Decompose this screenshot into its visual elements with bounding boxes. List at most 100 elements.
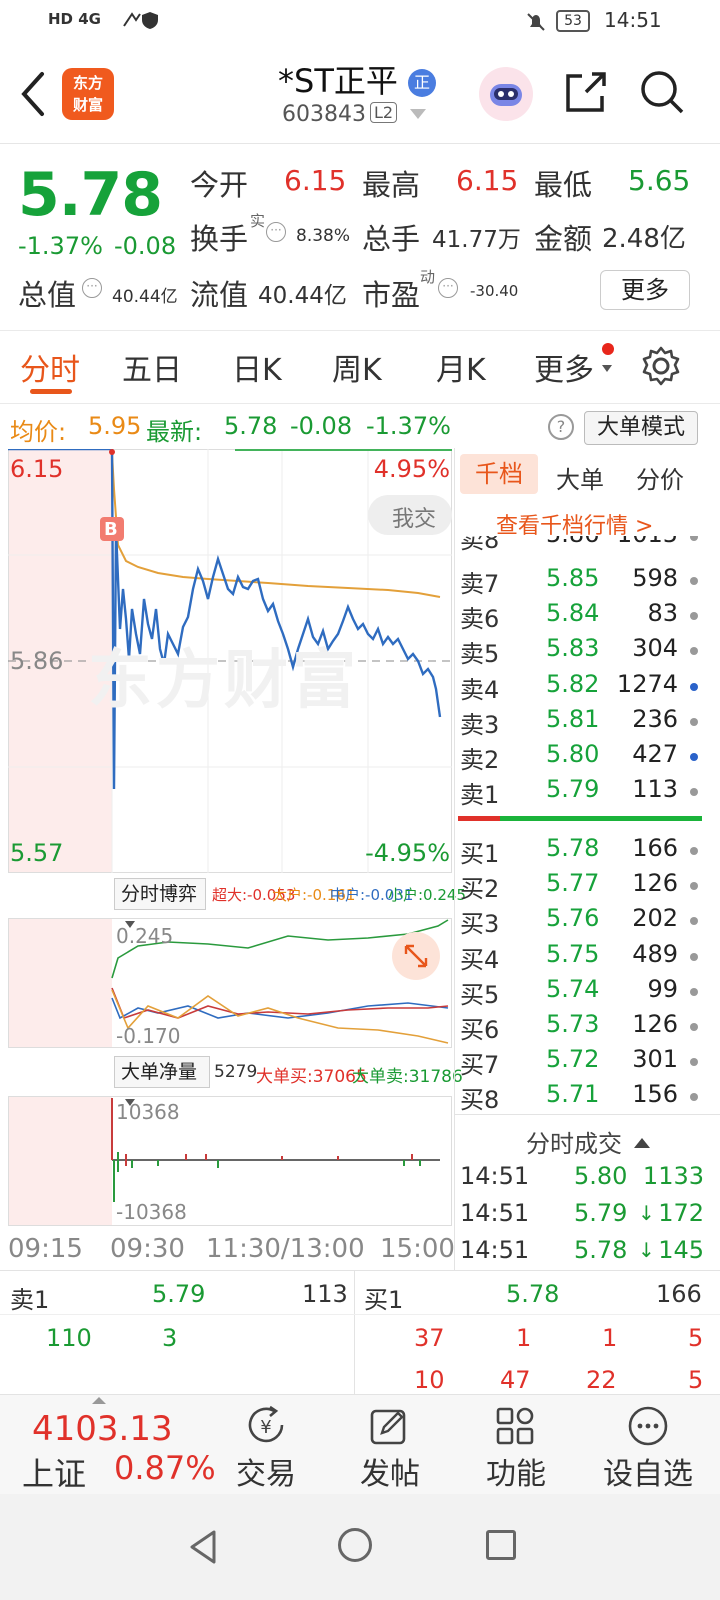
net-indicator-label: 大单净量 xyxy=(121,1061,198,1083)
back-icon[interactable] xyxy=(18,70,48,118)
net-indicator-select[interactable]: 大单净量 xyxy=(114,1056,210,1106)
indicator-select[interactable]: 分时博弈 xyxy=(114,878,206,928)
bid-row[interactable]: 买7 5.72 301 xyxy=(460,1045,700,1080)
tab-price-dist[interactable]: 分价 xyxy=(636,460,684,495)
back-triangle-icon[interactable] xyxy=(186,1528,220,1566)
ask-volume: 113 xyxy=(632,775,678,803)
down-arrow-icon: ↓ xyxy=(638,1201,655,1225)
more-info-icon[interactable]: ··· xyxy=(264,222,286,242)
gear-icon[interactable] xyxy=(640,345,682,387)
status-dot xyxy=(690,647,698,655)
stock-title[interactable]: *ST正平 正 xyxy=(278,56,437,102)
bid-row[interactable]: 买5 5.74 99 xyxy=(460,975,700,1010)
trade-price: 5.78 xyxy=(574,1236,628,1264)
index-name[interactable]: 上证 xyxy=(22,1449,86,1495)
ask-price: 5.86 xyxy=(546,536,599,548)
logo-text-1: 东方 xyxy=(72,74,103,92)
ask-row[interactable]: 卖4 5.82 1274 xyxy=(460,670,700,705)
tab-depth[interactable]: 千档 xyxy=(460,454,538,494)
tab-monthly-k[interactable]: 月K xyxy=(436,345,486,389)
recents-square-icon[interactable] xyxy=(486,1530,516,1560)
stock-code[interactable]: 603843 L2 xyxy=(282,102,427,127)
x-axis-label: 09:30 xyxy=(110,1234,185,1264)
bid-label: 买8 xyxy=(460,1086,500,1114)
buy1-volume: 166 xyxy=(656,1280,702,1308)
pct-axis-top: 4.95% xyxy=(373,455,450,483)
tab-intraday[interactable]: 分时 xyxy=(20,345,80,389)
open-field: 今开 xyxy=(190,162,248,204)
divider xyxy=(0,1270,720,1271)
index-value[interactable]: 4103.13 xyxy=(32,1409,173,1449)
robot-assistant-icon[interactable] xyxy=(478,66,534,122)
bid-price: 5.76 xyxy=(546,904,600,932)
tab-big-order[interactable]: 大单 xyxy=(556,460,604,495)
tab-five-day[interactable]: 五日 xyxy=(122,345,182,389)
nav-functions[interactable]: 功能 xyxy=(466,1405,566,1493)
stock-code-text: 603843 xyxy=(282,102,366,127)
tab-daily-k[interactable]: 日K xyxy=(232,345,282,389)
net-volume-chart[interactable]: 10368 -10368 xyxy=(8,1096,452,1226)
bid-row[interactable]: 买2 5.77 126 xyxy=(460,869,700,904)
trade-time: 14:51 xyxy=(460,1199,530,1227)
app-logo[interactable]: 东方 财富 xyxy=(62,68,114,120)
divider xyxy=(454,1114,720,1115)
home-circle-icon[interactable] xyxy=(338,1528,372,1562)
expand-icon[interactable] xyxy=(392,932,440,980)
nav-post[interactable]: 发帖 xyxy=(340,1405,440,1493)
share-icon[interactable] xyxy=(562,68,610,116)
grid-icon xyxy=(496,1407,534,1445)
turnover-sup: 实 xyxy=(250,212,266,230)
queue-order: 37 xyxy=(414,1324,445,1352)
ask-row[interactable]: 卖1 5.79 113 xyxy=(460,775,700,810)
big-order-mode-button[interactable]: 大单模式 xyxy=(584,411,698,445)
ask-row[interactable]: 卖2 5.80 427 xyxy=(460,740,700,775)
queue-order: 1 xyxy=(516,1324,532,1352)
ask-row[interactable]: 卖6 5.84 83 xyxy=(460,599,700,634)
change-value: -0.08 xyxy=(114,232,177,260)
sell1-label: 卖1 xyxy=(10,1286,50,1314)
intraday-chart[interactable]: B 我交 东方财富 6.15 5.86 5.57 4.95% -4.95% xyxy=(8,449,452,873)
trade-time: 14:51 xyxy=(460,1236,530,1264)
bid-row[interactable]: 买8 5.71 156 xyxy=(460,1080,700,1115)
tab-weekly-k[interactable]: 周K xyxy=(332,345,382,389)
more-info-icon[interactable]: ··· xyxy=(436,278,458,298)
more-info-icon[interactable]: ··· xyxy=(80,278,102,298)
total-cap-label: 总值 xyxy=(18,278,77,312)
more-button[interactable]: 更多 xyxy=(600,270,690,310)
trades-title[interactable]: 分时成交 xyxy=(526,1124,650,1159)
ask-row[interactable]: 卖5 5.83 304 xyxy=(460,634,700,669)
float-cap-value: 40.44亿 xyxy=(258,283,347,309)
bubble-text[interactable]: 我交 xyxy=(392,501,436,533)
dropdown-icon xyxy=(410,109,427,119)
game-chart[interactable]: 0.245 -0.170 xyxy=(8,918,452,1048)
system-nav-bar xyxy=(0,1494,720,1600)
bid-row[interactable]: 买1 5.78 166 xyxy=(460,834,700,869)
search-icon[interactable] xyxy=(638,68,686,116)
ask-row[interactable]: 卖7 5.85 598 xyxy=(460,564,700,599)
bid-price: 5.73 xyxy=(546,1010,600,1038)
ask-volume: 236 xyxy=(632,705,678,733)
tab-more[interactable]: 更多 xyxy=(534,345,594,389)
bid-row[interactable]: 买4 5.75 489 xyxy=(460,940,700,975)
help-icon[interactable]: ? xyxy=(548,414,574,440)
chevron-down-icon xyxy=(602,365,612,372)
nav-trade[interactable]: ¥ 交易 xyxy=(216,1405,316,1493)
bid-row[interactable]: 买3 5.76 202 xyxy=(460,904,700,939)
divider xyxy=(0,1314,720,1315)
index-percent[interactable]: 0.87% xyxy=(114,1449,216,1487)
bid-volume: 99 xyxy=(647,975,678,1003)
queue-order: 5 xyxy=(688,1324,704,1352)
nav-add-watchlist[interactable]: 设自选 xyxy=(592,1405,704,1493)
logo-text-2: 财富 xyxy=(72,96,103,114)
status-dot xyxy=(690,577,698,585)
latest-percent: -1.37% xyxy=(366,412,451,440)
bid-label: 买4 xyxy=(460,946,500,974)
bid-row[interactable]: 买6 5.73 126 xyxy=(460,1010,700,1045)
status-dot xyxy=(690,988,698,996)
active-tab-indicator xyxy=(30,389,72,394)
stock-name: *ST正平 xyxy=(278,62,398,100)
ask-row[interactable]: 卖3 5.81 236 xyxy=(460,705,700,740)
chevron-up-icon xyxy=(92,1397,106,1404)
ask-volume: 427 xyxy=(632,740,678,768)
nav-trade-label: 交易 xyxy=(236,1457,296,1492)
